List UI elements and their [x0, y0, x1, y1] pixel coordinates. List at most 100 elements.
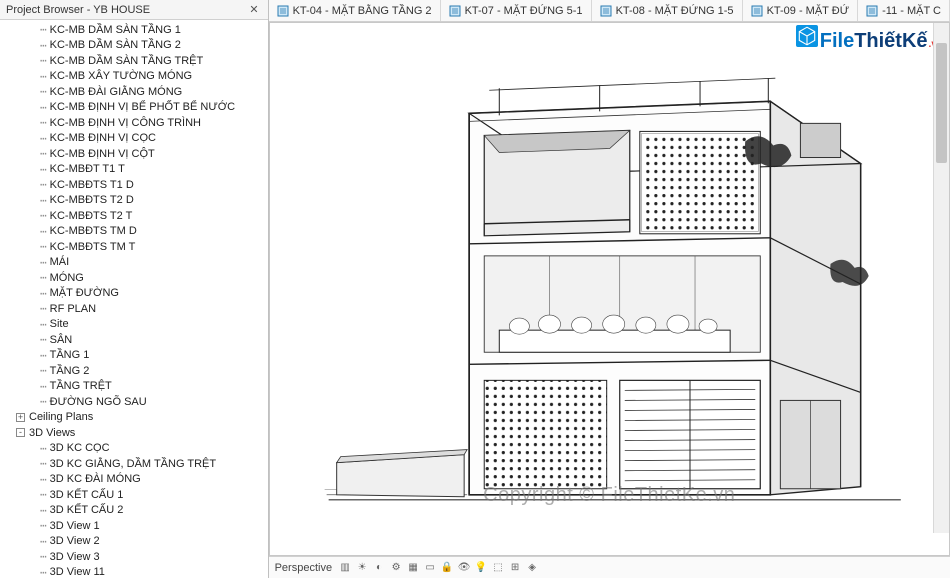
tree-connector-icon: ⋯ [4, 519, 46, 532]
tree-item[interactable]: ⋯3D KẾT CẤU 1 [4, 487, 268, 503]
tree-item-label: TẦNG 2 [50, 365, 90, 377]
tree-connector-icon: ⋯ [4, 240, 46, 253]
tree-item[interactable]: ⋯KC-MB ĐỊNH VỊ CỘT [4, 146, 268, 162]
tree-item[interactable]: ⋯MÁI [4, 255, 268, 271]
tree-item[interactable]: ⋯KC-MBĐTS T1 D [4, 177, 268, 193]
tree-item[interactable]: ⋯KC-MB ĐỊNH VỊ BỂ PHỐT BỂ NƯỚC [4, 100, 268, 116]
status-view-mode: Perspective [275, 562, 332, 574]
crop-icon[interactable]: ▦ [406, 561, 420, 575]
building-render [270, 23, 949, 555]
expand-icon[interactable]: + [16, 413, 25, 422]
tree-item[interactable]: ⋯MẶT ĐƯỜNG [4, 286, 268, 302]
tree-item[interactable]: ⋯KC-MB DẦM SÀN TẦNG 2 [4, 38, 268, 54]
project-browser-header: Project Browser - YB HOUSE ✕ [0, 0, 268, 20]
tree-item[interactable]: ⋯ Site [4, 317, 268, 333]
tree-connector-icon: ⋯ [4, 178, 46, 191]
reveal-hidden-icon[interactable]: 💡 [474, 561, 488, 575]
tree-item[interactable]: ⋯KC-MBĐTS T2 D [4, 193, 268, 209]
view-tab[interactable]: KT-04 - MẶT BẰNG TẦNG 2 [269, 0, 441, 21]
project-browser-title: Project Browser - YB HOUSE [6, 4, 150, 16]
tree-connector-icon: ⋯ [4, 380, 46, 393]
tree-item[interactable]: ⋯KC-MB ĐỊNH VỊ CÔNG TRÌNH [4, 115, 268, 131]
tree-item[interactable]: +Ceiling Plans [4, 410, 268, 426]
close-icon[interactable]: ✕ [246, 3, 261, 16]
tree-item[interactable]: ⋯KC-MBĐTS TM D [4, 224, 268, 240]
tree-connector-icon: ⋯ [4, 70, 46, 83]
tree-item-label: KC-MBĐTS T2 T [50, 210, 133, 222]
temp-hide-icon[interactable]: 👁 [457, 561, 471, 575]
project-browser-panel: Project Browser - YB HOUSE ✕ ⋯KC-MB DẦM … [0, 0, 269, 578]
analytical-icon[interactable]: ⊞ [508, 561, 522, 575]
view-tab[interactable]: KT-08 - MẶT ĐỨNG 1-5 [592, 0, 743, 21]
collapse-icon[interactable]: - [16, 428, 25, 437]
tree-item[interactable]: ⋯ 3D View 1 [4, 518, 268, 534]
tab-label: KT-04 - MẶT BẰNG TẦNG 2 [293, 5, 432, 17]
graphic-display-icon[interactable]: ▥ [338, 561, 352, 575]
logo-cube-icon [796, 25, 818, 47]
view-tabs: KT-04 - MẶT BẰNG TẦNG 2 KT-07 - MẶT ĐỨNG … [269, 0, 950, 22]
shadows-icon[interactable]: ◐ [372, 561, 386, 575]
tree-connector-icon: ⋯ [4, 194, 46, 207]
tree-item[interactable]: ⋯TẦNG 1 [4, 348, 268, 364]
sheet-icon [751, 5, 763, 17]
render-icon[interactable]: ⚙ [389, 561, 403, 575]
tree-item-label: 3D View 1 [50, 520, 100, 532]
tree-item-label: KC-MB ĐỊNH VỊ CÔNG TRÌNH [50, 117, 201, 129]
tree-item[interactable]: ⋯KC-MB DẦM SÀN TẦNG 1 [4, 22, 268, 38]
worksharing-icon[interactable]: ⬚ [491, 561, 505, 575]
tree-item[interactable]: ⋯TẦNG TRỆT [4, 379, 268, 395]
tree-connector-icon: ⋯ [4, 318, 46, 331]
crop-region-icon[interactable]: ▭ [423, 561, 437, 575]
project-tree[interactable]: ⋯KC-MB DẦM SÀN TẦNG 1⋯KC-MB DẦM SÀN TẦNG… [0, 20, 268, 578]
tree-item[interactable]: ⋯KC-MB ĐỊNH VỊ CỌC [4, 131, 268, 147]
tree-connector-icon: ⋯ [4, 101, 46, 114]
sun-path-icon[interactable]: ☀ [355, 561, 369, 575]
logo-text-ke: Kế [902, 30, 928, 53]
viewport-3d[interactable]: File Thiết Kế .vn Copyright © FileThietK… [269, 22, 950, 556]
tree-connector-icon: ⋯ [4, 132, 46, 145]
sheet-icon [866, 5, 878, 17]
tree-item[interactable]: ⋯KC-MBĐT T1 T [4, 162, 268, 178]
tree-item[interactable]: ⋯KC-MB ĐÀI GIẰNG MÓNG [4, 84, 268, 100]
tree-item[interactable]: ⋯MÓNG [4, 270, 268, 286]
tree-item[interactable]: ⋯3D KẾT CẤU 2 [4, 503, 268, 519]
scrollbar-thumb[interactable] [936, 43, 947, 163]
tree-connector-icon: ⋯ [4, 566, 46, 578]
logo-text-file: File [820, 30, 854, 53]
tree-item[interactable]: ⋯ RF PLAN [4, 301, 268, 317]
tree-item[interactable]: ⋯3D View 3 [4, 549, 268, 565]
tree-connector-icon: ⋯ [4, 54, 46, 67]
tree-item[interactable]: ⋯KC-MB XÂY TƯỜNG MÓNG [4, 69, 268, 85]
view-tab[interactable]: KT-09 - MẶT ĐỨ [743, 0, 859, 21]
tree-item[interactable]: ⋯SÂN [4, 332, 268, 348]
tree-connector-icon: ⋯ [4, 488, 46, 501]
tree-item[interactable]: ⋯KC-MBĐTS TM T [4, 239, 268, 255]
tree-item[interactable]: ⋯3D KC GIẰNG, DẦM TẦNG TRỆT [4, 456, 268, 472]
view-tab[interactable]: -11 - MẶT C [858, 0, 950, 21]
tree-item-label: Site [50, 318, 69, 330]
tree-item[interactable]: ⋯3D KC CỌC [4, 441, 268, 457]
tree-connector-icon: ⋯ [4, 302, 46, 315]
tree-connector-icon: ⋯ [4, 349, 46, 362]
tree-item-label: KC-MB DẦM SÀN TẦNG 1 [50, 24, 181, 36]
tree-item[interactable]: ⋯ KC-MBĐTS T2 T [4, 208, 268, 224]
vertical-scrollbar[interactable] [933, 23, 949, 533]
tree-item[interactable]: -3D Views [4, 425, 268, 441]
highlight-icon[interactable]: ◈ [525, 561, 539, 575]
tree-connector-icon: ⋯ [4, 333, 46, 346]
tree-connector-icon: ⋯ [4, 271, 46, 284]
tab-label: KT-07 - MẶT ĐỨNG 5-1 [465, 5, 583, 17]
watermark-logo: File Thiết Kế .vn [796, 25, 943, 53]
tree-item[interactable]: ⋯3D KC ĐÀI MÓNG [4, 472, 268, 488]
view-tab[interactable]: KT-07 - MẶT ĐỨNG 5-1 [441, 0, 592, 21]
tree-connector-icon: ⋯ [4, 209, 46, 222]
tree-item-label: RF PLAN [50, 303, 96, 315]
tree-item[interactable]: ⋯TẦNG 2 [4, 363, 268, 379]
tree-item[interactable]: ⋯3D View 11 [4, 565, 268, 578]
tree-item[interactable]: ⋯KC-MB DẦM SÀN TẦNG TRỆT [4, 53, 268, 69]
tree-item[interactable]: ⋯3D View 2 [4, 534, 268, 550]
tree-item[interactable]: ⋯ĐƯỜNG NGÕ SAU [4, 394, 268, 410]
lock-icon[interactable]: 🔒 [440, 561, 454, 575]
status-icons: ▥ ☀ ◐ ⚙ ▦ ▭ 🔒 👁 💡 ⬚ ⊞ ◈ [338, 561, 539, 575]
main-area: KT-04 - MẶT BẰNG TẦNG 2 KT-07 - MẶT ĐỨNG … [269, 0, 950, 578]
